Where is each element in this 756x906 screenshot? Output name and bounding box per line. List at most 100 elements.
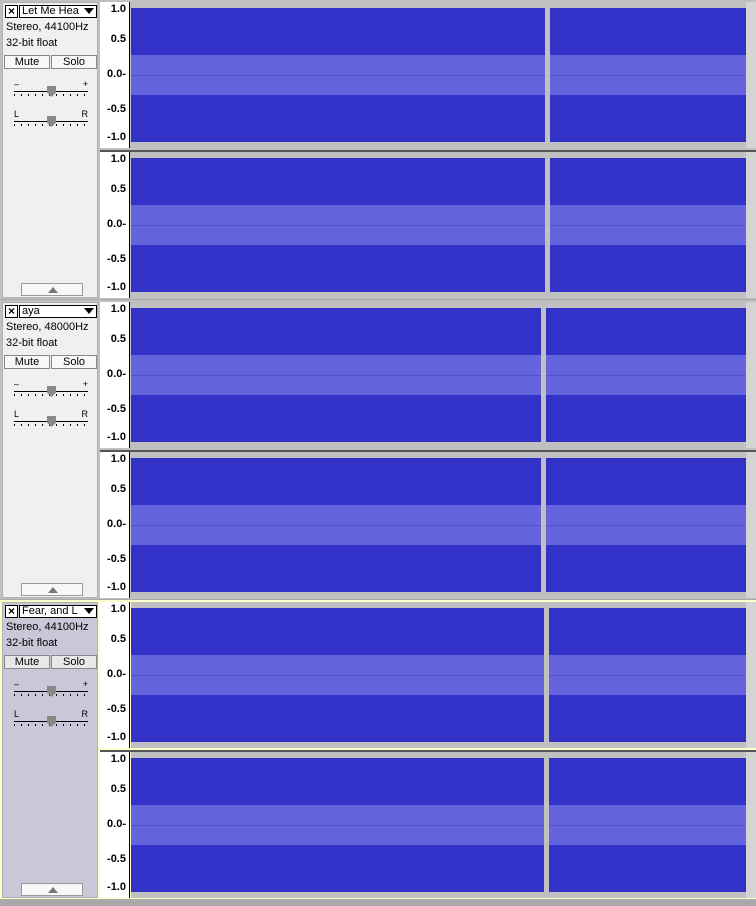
chevron-up-icon <box>48 587 58 593</box>
gain-plus-label: + <box>82 379 88 389</box>
waveform-channel-right[interactable] <box>131 152 746 298</box>
solo-button[interactable]: Solo <box>51 55 97 69</box>
gain-minus-label: – <box>14 79 20 89</box>
mute-button[interactable]: Mute <box>4 655 50 669</box>
ruler-tick-label: 1.0 <box>110 153 126 165</box>
pan-right-label: R <box>81 409 89 419</box>
track-control-panel: × Fear, and L Stereo, 44100Hz 32-bit float M… <box>2 602 98 898</box>
ruler-tick-label: -1.0 <box>107 131 126 143</box>
track-name-menu[interactable]: Fear, and L <box>19 605 97 618</box>
ruler-tick-label: 0.0- <box>107 668 126 680</box>
track-sample-rate: Stereo, 44100Hz <box>6 21 89 33</box>
clip-boundary[interactable] <box>545 2 550 148</box>
solo-button[interactable]: Solo <box>51 355 97 369</box>
clip-boundary[interactable] <box>544 602 549 748</box>
ruler-tick-label: 0.5 <box>110 633 126 645</box>
ruler-tick-label: 0.0- <box>107 518 126 530</box>
amplitude-ruler: 1.0 0.5 0.0- -0.5 -1.0 <box>100 152 130 298</box>
solo-button[interactable]: Solo <box>51 655 97 669</box>
ruler-tick-label: -1.0 <box>107 881 126 893</box>
ruler-tick-label: 0.5 <box>110 333 126 345</box>
track-edge <box>746 302 756 448</box>
ruler-tick-label: 1.0 <box>110 3 126 15</box>
chevron-up-icon <box>48 887 58 893</box>
track-control-panel: × aya Stereo, 48000Hz 32-bit float Mute Solo –… <box>2 302 98 598</box>
gain-slider[interactable]: – + <box>12 79 90 99</box>
ruler-tick-label: 0.5 <box>110 33 126 45</box>
ruler-tick-label: -1.0 <box>107 281 126 293</box>
pan-slider[interactable]: LR <box>12 709 90 729</box>
amplitude-ruler: 1.0 0.5 0.0- -0.5 -1.0 <box>100 302 130 448</box>
mute-button[interactable]: Mute <box>4 355 50 369</box>
track-name-menu[interactable]: Let Me Hea <box>19 5 97 18</box>
collapse-track-button[interactable] <box>21 883 83 896</box>
gain-slider[interactable]: – + <box>12 379 90 399</box>
track-name-menu[interactable]: aya <box>19 305 97 318</box>
track-name-label: Fear, and L <box>22 605 78 617</box>
ruler-tick-label: 0.5 <box>110 783 126 795</box>
amplitude-ruler: 1.0 0.5 0.0- -0.5 -1.0 <box>100 2 130 148</box>
pan-right-label: R <box>81 709 89 719</box>
ruler-tick-label: 0.0- <box>107 68 126 80</box>
track-close-button[interactable]: × <box>5 605 18 618</box>
waveform-channel-right[interactable] <box>131 452 746 598</box>
gain-plus-label: + <box>82 79 88 89</box>
ruler-tick-label: 1.0 <box>110 453 126 465</box>
waveform-channel-left[interactable] <box>131 602 746 748</box>
ruler-tick-label: -0.5 <box>107 253 126 265</box>
track-edge <box>746 602 756 748</box>
clip-boundary[interactable] <box>541 302 546 448</box>
track-edge <box>746 452 756 598</box>
track-sample-rate: Stereo, 48000Hz <box>6 321 89 333</box>
ruler-tick-label: -1.0 <box>107 731 126 743</box>
waveform-centerline <box>131 375 746 376</box>
track-3[interactable]: × Fear, and L Stereo, 44100Hz 32-bit float M… <box>0 600 756 899</box>
ruler-tick-label: 0.0- <box>107 218 126 230</box>
chevron-down-icon <box>84 308 94 314</box>
track-sample-format: 32-bit float <box>6 37 58 49</box>
waveform-centerline <box>131 825 746 826</box>
chevron-down-icon <box>84 608 94 614</box>
clip-boundary[interactable] <box>544 752 549 898</box>
gain-plus-label: + <box>82 679 88 689</box>
gain-minus-label: – <box>14 679 20 689</box>
collapse-track-button[interactable] <box>21 583 83 596</box>
track-sample-rate: Stereo, 44100Hz <box>6 621 89 633</box>
ruler-tick-label: -1.0 <box>107 581 126 593</box>
collapse-track-button[interactable] <box>21 283 83 296</box>
clip-boundary[interactable] <box>545 152 550 298</box>
waveform-centerline <box>131 525 746 526</box>
waveform-channel-left[interactable] <box>131 302 746 448</box>
track-2[interactable]: × aya Stereo, 48000Hz 32-bit float Mute Solo –… <box>0 300 756 599</box>
ruler-tick-label: -0.5 <box>107 103 126 115</box>
ruler-tick-label: 0.0- <box>107 818 126 830</box>
track-close-button[interactable]: × <box>5 5 18 18</box>
ruler-tick-label: 0.5 <box>110 183 126 195</box>
track-1[interactable]: × Let Me Hea Stereo, 44100Hz 32-bit float Mu… <box>0 0 756 299</box>
pan-slider[interactable]: LR <box>12 109 90 129</box>
ruler-tick-label: 1.0 <box>110 603 126 615</box>
track-sample-format: 32-bit float <box>6 637 58 649</box>
ruler-tick-label: -0.5 <box>107 403 126 415</box>
waveform-centerline <box>131 75 746 76</box>
clip-boundary[interactable] <box>541 452 546 598</box>
pan-slider[interactable]: LR <box>12 409 90 429</box>
mute-button[interactable]: Mute <box>4 55 50 69</box>
track-close-button[interactable]: × <box>5 305 18 318</box>
pan-left-label: L <box>14 709 20 719</box>
track-edge <box>746 2 756 148</box>
ruler-tick-label: -0.5 <box>107 853 126 865</box>
gain-slider[interactable]: – + <box>12 679 90 699</box>
waveform-channel-right[interactable] <box>131 752 746 898</box>
pan-right-label: R <box>81 109 89 119</box>
ruler-tick-label: -0.5 <box>107 703 126 715</box>
ruler-tick-label: -0.5 <box>107 553 126 565</box>
track-edge <box>746 152 756 298</box>
gain-minus-label: – <box>14 379 20 389</box>
ruler-tick-label: 0.5 <box>110 483 126 495</box>
pan-left-label: L <box>14 109 20 119</box>
track-name-label: Let Me Hea <box>22 5 79 17</box>
track-sample-format: 32-bit float <box>6 337 58 349</box>
waveform-channel-left[interactable] <box>131 2 746 148</box>
waveform-centerline <box>131 225 746 226</box>
